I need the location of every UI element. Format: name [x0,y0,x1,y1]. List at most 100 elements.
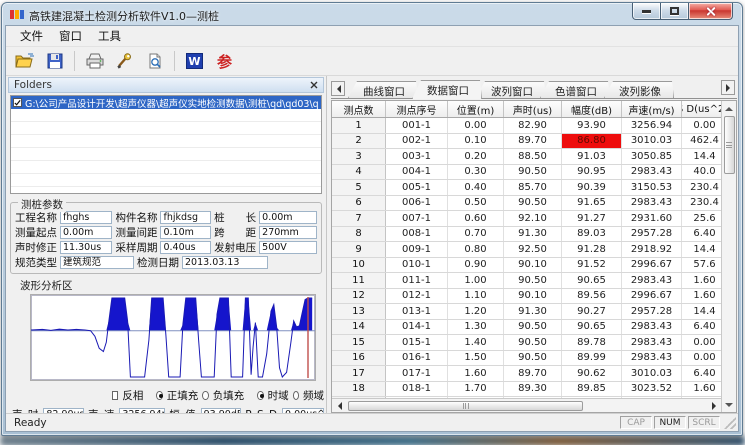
folders-panel-header[interactable]: Folders [8,77,324,93]
scroll-up-button[interactable] [723,101,736,115]
invert-checkbox[interactable] [112,391,118,400]
cell: 14.4 [682,149,721,164]
minimize-button[interactable] [632,3,661,20]
param-field[interactable]: 500V [259,241,317,254]
vscroll-thumb[interactable] [724,116,735,174]
param-label: 声时修正 [15,240,57,255]
pile-params-title: 测桩参数 [18,197,66,212]
column-header-0[interactable]: 测点数 [332,101,386,117]
cell: 230.4 [682,180,721,195]
param-field[interactable]: 11.30us [60,241,112,254]
param-field[interactable]: 0.00m [259,211,317,224]
table-row[interactable]: 12012-11.1090.1089.562996.671.60 [332,289,721,305]
column-header-6[interactable]: P S D(us^2/m) [682,101,721,117]
negative-fill-radio[interactable] [202,391,208,400]
table-row[interactable]: 13013-11.2091.3090.272957.2814.4 [332,304,721,320]
vertical-scrollbar[interactable] [721,101,736,412]
cell: 13 [332,304,386,319]
param-field[interactable]: fhjkdsg [160,211,211,224]
tab-3[interactable]: 色谱窗口 [540,81,610,98]
column-header-5[interactable]: 声速(m/s) [622,101,682,117]
cell: 85.70 [504,180,562,195]
folder-checkbox[interactable] [13,98,22,107]
folders-list[interactable]: G:\公司产品设计开发\超声仪器\超声仪实地检测数据\测桩\qd\qd03\qd… [10,95,322,194]
close-button[interactable] [688,3,733,20]
save-button[interactable] [41,49,68,74]
cell: 89.85 [562,382,622,397]
cell: 2957.28 [622,227,682,242]
column-header-2[interactable]: 位置(m) [448,101,504,117]
table-row[interactable]: 10010-10.9090.1091.522996.6757.6 [332,258,721,274]
tab-scroll-left-button[interactable] [331,81,345,96]
table-row[interactable]: 15015-11.4090.5089.782983.430.00 [332,335,721,351]
freq-domain-radio[interactable] [293,391,299,400]
scroll-right-button[interactable] [707,400,721,412]
param-field[interactable]: 0.40us [160,241,211,254]
cell: 90.65 [562,273,622,288]
column-header-4[interactable]: 幅度(dB) [562,101,622,117]
tab-scroll-right-button[interactable] [721,80,735,95]
horizontal-scrollbar[interactable] [332,398,721,412]
table-body[interactable]: 1001-10.0082.9093.903256.940.002002-10.1… [332,118,721,412]
tab-1[interactable]: 数据窗口 [412,80,482,99]
param-field[interactable]: 270mm [259,226,317,239]
table-row[interactable]: 18018-11.7089.3089.853023.521.60 [332,382,721,398]
table-row[interactable]: 17017-11.6089.7090.623010.036.40 [332,366,721,382]
positive-fill-radio[interactable] [156,391,162,400]
cell: 1.60 [682,382,721,397]
cell: 89.70 [504,366,562,381]
cell: 005-1 [386,180,448,195]
table-row[interactable]: 6006-10.5090.5091.652983.43230.4 [332,196,721,212]
table-row[interactable]: 3003-10.2088.5091.033050.8514.4 [332,149,721,165]
table-row[interactable]: 5005-10.4085.7090.393150.53230.4 [332,180,721,196]
param-field[interactable]: 建筑规范 [60,256,134,269]
table-row[interactable]: 9009-10.8092.5091.282918.9214.4 [332,242,721,258]
resize-grip[interactable] [724,417,736,429]
param-field[interactable]: 0.10m [160,226,211,239]
param-field[interactable]: fhghs [60,211,112,224]
hscroll-thumb[interactable] [348,401,583,411]
table-row[interactable]: 2002-10.1089.7086.803010.03462.4 [332,134,721,150]
time-domain-radio[interactable] [257,391,263,400]
menu-item-0[interactable]: 文件 [12,25,51,47]
param-field[interactable]: 2013.03.13 [182,256,268,269]
tab-4[interactable]: 波列影像 [604,81,674,98]
waveform-plot[interactable] [30,294,316,381]
tab-2[interactable]: 波列窗口 [476,81,546,98]
report-tool-button[interactable] [111,49,138,74]
print-preview-button[interactable] [141,49,168,74]
cell: 010-1 [386,258,448,273]
cell: 001-1 [386,118,448,133]
scroll-down-button[interactable] [723,398,736,412]
table-row[interactable]: 1001-10.0082.9093.903256.940.00 [332,118,721,134]
menu-item-2[interactable]: 工具 [90,25,129,47]
column-header-3[interactable]: 声时(us) [504,101,562,117]
cell: 90.50 [504,335,562,350]
cell: 17 [332,366,386,381]
cell: 14.4 [682,304,721,319]
cell: 0.50 [448,196,504,211]
column-header-1[interactable]: 测点序号 [386,101,448,117]
table-row[interactable]: 11011-11.0090.5090.652983.431.60 [332,273,721,289]
table-row[interactable]: 16016-11.5090.5089.992983.430.00 [332,351,721,367]
table-row[interactable]: 7007-10.6092.1091.272931.6025.6 [332,211,721,227]
word-icon: W [186,53,203,69]
scroll-left-button[interactable] [332,400,346,412]
table-row[interactable]: 14014-11.3090.5090.652983.436.40 [332,320,721,336]
export-word-button[interactable]: W [181,49,208,74]
cell: 9 [332,242,386,257]
folder-item-selected[interactable]: G:\公司产品设计开发\超声仪器\超声仪实地检测数据\测桩\qd\qd03\qd… [11,96,321,109]
cell: 6 [332,196,386,211]
param-field[interactable]: 0.00m [60,226,112,239]
table-row[interactable]: 4004-10.3090.5090.952983.4340.0 [332,165,721,181]
print-button[interactable] [81,49,108,74]
open-file-button[interactable] [11,49,38,74]
title-bar[interactable]: 高铁建混凝土检测分析软件V1.0—测桩 [2,3,742,25]
tab-0[interactable]: 曲线窗口 [348,81,418,98]
table-row[interactable]: 8008-10.7091.3089.032957.286.40 [332,227,721,243]
parameters-button[interactable]: 参 [211,49,238,74]
cell: 8 [332,227,386,242]
close-folders-button[interactable] [307,79,320,91]
maximize-button[interactable] [661,3,688,20]
menu-item-1[interactable]: 窗口 [51,25,90,47]
